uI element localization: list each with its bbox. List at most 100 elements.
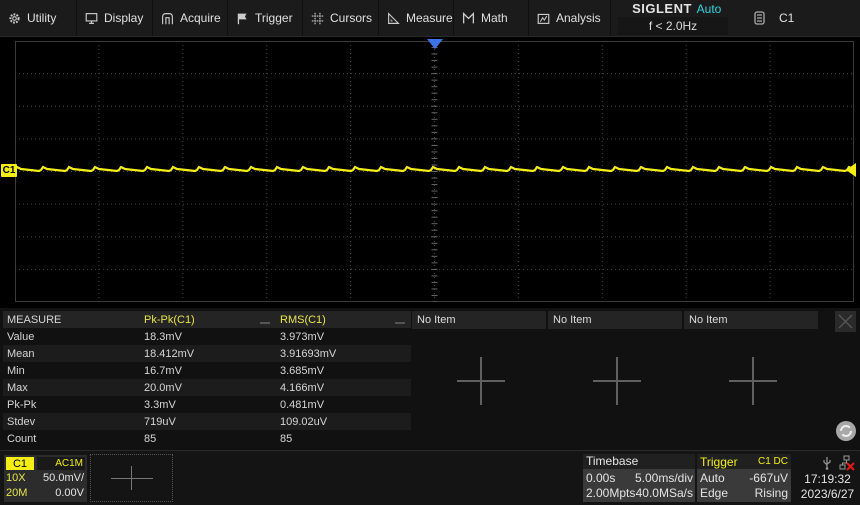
measure-header-row: MEASURE Pk-Pk(C1) RMS(C1) — [3, 311, 411, 328]
close-measure-button[interactable] — [835, 311, 856, 332]
acquire-icon — [162, 12, 173, 24]
trigger-source: C1 DC — [757, 456, 788, 467]
trigger-slope: Rising — [754, 486, 788, 500]
remove-icon[interactable] — [395, 321, 405, 324]
menu-acquire[interactable]: Acquire — [153, 0, 228, 36]
monitor-icon — [85, 12, 98, 24]
trigger-title: Trigger — [700, 455, 738, 469]
trigger-position-marker[interactable] — [427, 39, 443, 49]
measure-header-pkpk-label: Pk-Pk(C1) — [144, 313, 195, 326]
measure-pkpk-value: 719uV — [144, 415, 176, 428]
measure-slot-3[interactable]: No Item — [412, 311, 546, 329]
clock-panel: 17:19:32 2023/6/27 — [795, 454, 860, 502]
cursors-icon — [311, 12, 324, 24]
measure-row: Value 18.3mV 3.973mV — [3, 328, 411, 345]
channel1-bandwidth: 20M — [6, 487, 28, 499]
menu-trigger-label: Trigger — [255, 11, 293, 25]
timebase-delay: 0.00s — [586, 471, 616, 485]
add-measure-icon[interactable] — [593, 357, 641, 405]
menu-cursors[interactable]: Cursors — [303, 0, 379, 36]
measure-header-rms[interactable]: RMS(C1) — [276, 314, 411, 326]
menu-display-label: Display — [104, 11, 144, 25]
channel1-offset-marker[interactable]: C1 — [1, 164, 17, 177]
measure-slot-5[interactable]: No Item — [684, 311, 818, 329]
graticule — [15, 41, 854, 302]
measure-rms-value: 3.91693mV — [280, 347, 337, 360]
menu-display[interactable]: Display — [77, 0, 153, 36]
flag-icon — [237, 13, 247, 24]
measure-row: Min 16.7mV 3.685mV — [3, 362, 411, 379]
measure-pkpk-value: 20.0mV — [144, 381, 182, 394]
trigger-mode: Auto — [700, 471, 725, 485]
measure-row: Max 20.0mV 4.166mV — [3, 379, 411, 396]
measure-slot-4[interactable]: No Item — [548, 311, 682, 329]
measure-header-pkpk[interactable]: Pk-Pk(C1) — [140, 314, 276, 326]
measure-pkpk-value: 18.412mV — [144, 347, 195, 360]
close-icon — [838, 314, 853, 329]
memory-icon — [754, 11, 765, 25]
add-measure-icon[interactable] — [457, 357, 505, 405]
measure-row: Mean 18.412mV 3.91693mV — [3, 345, 411, 362]
remove-icon[interactable] — [260, 321, 270, 324]
timebase-title: Timebase — [583, 454, 695, 469]
measure-stat-label: Value — [7, 330, 35, 343]
channel1-probe: 10X — [6, 472, 26, 484]
channel1-scale: 50.0mV/ — [43, 472, 84, 484]
measure-rms-value: 3.973mV — [280, 330, 325, 343]
menu-utility[interactable]: Utility — [0, 0, 77, 36]
gear-icon — [9, 12, 20, 24]
menu-math[interactable]: Math — [454, 0, 529, 36]
timebase-sample-rate: 40.0MSa/s — [635, 486, 693, 500]
channel1-offset: 0.00V — [55, 487, 84, 499]
measure-rms-value: 4.166mV — [280, 381, 325, 394]
measure-pkpk-value: 18.3mV — [144, 330, 182, 343]
timebase-panel[interactable]: Timebase 0.00s 5.00ms/div 2.00Mpts 40.0M… — [583, 454, 695, 502]
usb-icon — [823, 457, 831, 470]
measure-header-rms-label: RMS(C1) — [280, 313, 326, 326]
trigger-level-marker[interactable] — [846, 163, 856, 177]
refresh-icon — [840, 425, 852, 437]
menu-acquire-label: Acquire — [180, 11, 221, 25]
timebase-memory: 2.00Mpts — [586, 486, 636, 500]
menu-math-label: Math — [481, 11, 508, 25]
menu-analysis[interactable]: Analysis — [529, 0, 611, 36]
trigger-level: -667uV — [749, 471, 788, 485]
measure-rms-value: 109.02uV — [280, 415, 328, 428]
add-channel-button[interactable] — [90, 454, 173, 502]
add-measure-icon[interactable] — [729, 357, 777, 405]
clock-date: 2023/6/27 — [800, 487, 855, 501]
measure-row: Pk-Pk 3.3mV 0.481mV — [3, 396, 411, 413]
ruler-icon — [388, 11, 400, 24]
channel-selector-label: C1 — [779, 11, 795, 25]
timebase-scale: 5.00ms/div — [634, 471, 693, 485]
measure-rms-value: 0.481mV — [280, 398, 325, 411]
measure-stat-label: Min — [7, 364, 25, 377]
measure-stat-label: Stdev — [7, 415, 36, 428]
channel1-label: C1 — [6, 457, 34, 470]
waveform-display[interactable] — [15, 41, 854, 302]
menu-measure-label: Measure — [406, 11, 453, 25]
channel-selector[interactable]: C1 — [748, 0, 860, 36]
trigger-mode-indicator[interactable]: Auto — [686, 0, 732, 17]
menu-bar: Utility Display Acquire Trigger Cursors … — [0, 0, 860, 37]
measure-stat-label: Max — [7, 381, 28, 394]
menu-analysis-label: Analysis — [556, 11, 601, 25]
measure-header-label: MEASURE — [7, 313, 62, 326]
channel1-coupling: AC1M — [37, 457, 85, 470]
menu-measure[interactable]: Measure — [379, 0, 454, 36]
measure-row: Stdev 719uV 109.02uV — [3, 413, 411, 430]
network-disconnected-icon — [839, 455, 855, 471]
channel1-settings[interactable]: C1 AC1M 10X 50.0mV/ 20M 0.00V — [4, 455, 87, 502]
analysis-icon — [537, 13, 550, 24]
trigger-panel[interactable]: Trigger C1 DC Auto -667uV Edge Rising — [697, 454, 791, 502]
measure-row: Count 85 85 — [3, 430, 411, 447]
measure-stat-label: Pk-Pk — [7, 398, 37, 411]
menu-trigger[interactable]: Trigger — [228, 0, 303, 36]
menu-utility-label: Utility — [27, 11, 57, 25]
measure-rms-value: 3.685mV — [280, 364, 325, 377]
reset-statistics-button[interactable] — [836, 421, 856, 441]
measure-rms-value: 85 — [280, 432, 293, 445]
measure-pkpk-value: 3.3mV — [144, 398, 176, 411]
frequency-counter: f < 2.0Hz — [618, 17, 728, 35]
measure-pkpk-value: 85 — [144, 432, 157, 445]
